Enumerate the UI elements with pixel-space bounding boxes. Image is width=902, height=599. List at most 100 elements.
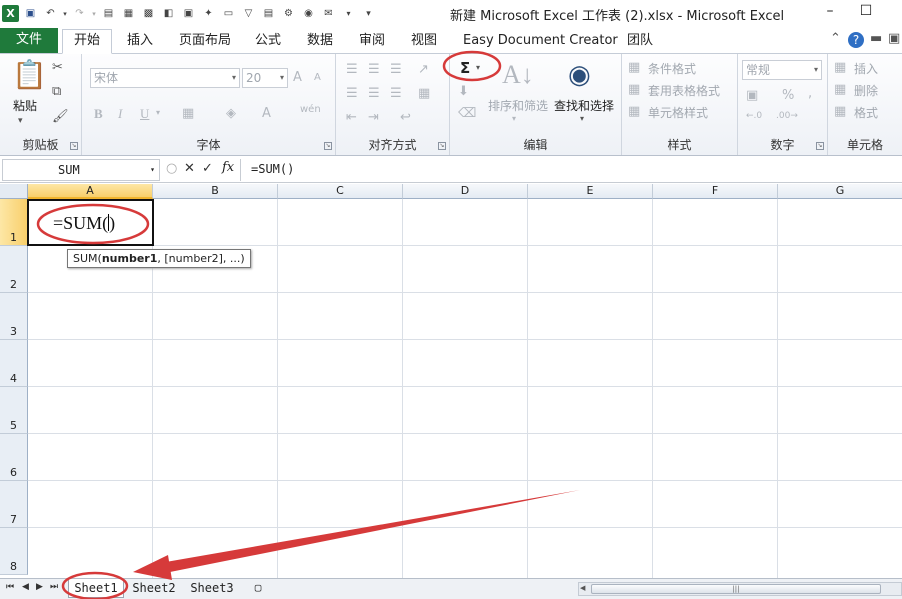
print-preview-icon[interactable]: ◧ <box>160 5 177 22</box>
find-select-icon[interactable]: ◉ <box>568 60 591 90</box>
column-header-e[interactable]: E <box>528 184 653 199</box>
row-header-3[interactable]: 3 <box>0 293 28 340</box>
format-painter-icon[interactable]: 🖌 <box>52 109 69 124</box>
decrease-decimal-icon[interactable]: .00→ <box>776 112 798 121</box>
name-box-dropdown-icon[interactable]: ▾ <box>150 160 155 180</box>
undo-dropdown-icon[interactable]: ▾ <box>62 5 68 22</box>
tab-easy-document-creator[interactable]: Easy Document Creator <box>463 31 618 53</box>
function-tooltip[interactable]: SUM(number1, [number2], ...) <box>67 249 251 268</box>
window-close-icon[interactable]: ▣ <box>888 31 900 46</box>
excel-icon[interactable]: X <box>2 5 19 22</box>
percent-button[interactable]: % <box>782 88 794 103</box>
borders-icon[interactable]: ▦ <box>182 106 194 121</box>
sort-filter-dropdown-icon[interactable]: ▾ <box>512 114 516 123</box>
last-sheet-icon[interactable]: ⏭ <box>50 582 58 592</box>
row-header-6[interactable]: 6 <box>0 434 28 481</box>
maximize-button[interactable]: ☐ <box>856 3 876 19</box>
undo-icon[interactable]: ↶ <box>42 5 59 22</box>
font-size-combo[interactable]: 20 ▾ <box>242 68 288 88</box>
tab-view[interactable]: 视图 <box>411 31 437 53</box>
sheet-tab-1[interactable]: Sheet1 <box>68 579 124 598</box>
delete-cells-button[interactable]: 删除 <box>854 82 878 99</box>
borders-icon[interactable]: ▣ <box>180 5 197 22</box>
filter-icon[interactable]: ▽ <box>240 5 257 22</box>
row-header-7[interactable]: 7 <box>0 481 28 528</box>
font-launcher-icon[interactable]: ↘ <box>324 142 332 150</box>
row-header-8[interactable]: 8 <box>0 528 28 575</box>
tooltip-arg-bold[interactable]: number1 <box>102 252 158 265</box>
format-icon[interactable]: ▤ <box>100 5 117 22</box>
first-sheet-icon[interactable]: ⏮ <box>6 582 14 592</box>
window-restore-icon[interactable]: ▬ <box>870 31 882 46</box>
align-center-icon[interactable]: ☰ <box>368 86 380 101</box>
paste-button[interactable]: 粘贴 <box>13 97 37 114</box>
copy-icon[interactable]: ⧉ <box>52 84 61 99</box>
align-bottom-icon[interactable]: ☰ <box>390 62 402 77</box>
fill-color-icon[interactable]: ◈ <box>226 106 236 121</box>
cut-icon[interactable]: ✂ <box>52 60 63 75</box>
table-format-button[interactable]: 套用表格格式 <box>648 82 720 99</box>
conditional-format-icon[interactable]: ▦ <box>628 60 640 75</box>
camera-icon[interactable]: ◉ <box>300 5 317 22</box>
align-right-icon[interactable]: ☰ <box>390 86 402 101</box>
currency-icon[interactable]: ▣ <box>746 88 758 103</box>
next-sheet-icon[interactable]: ▶ <box>36 582 43 592</box>
wrap-text-icon[interactable]: ↩ <box>400 110 411 125</box>
redo-dropdown-icon[interactable]: ▾ <box>91 5 97 22</box>
save-icon[interactable]: ▣ <box>22 5 39 22</box>
column-header-f[interactable]: F <box>653 184 778 199</box>
alignment-launcher-icon[interactable]: ↘ <box>438 142 446 150</box>
cancel-icon[interactable]: ✕ <box>184 161 195 176</box>
worksheet-grid[interactable]: A B C D E F G 1 2 3 4 5 6 7 8 =SUM() SUM… <box>0 184 902 578</box>
name-box[interactable]: SUM ▾ <box>2 159 160 181</box>
find-select-button[interactable]: 查找和选择 <box>554 97 614 114</box>
tab-insert[interactable]: 插入 <box>127 31 153 53</box>
sort-filter-button[interactable]: 排序和筛选 <box>488 97 548 114</box>
cell-a1-content[interactable]: =SUM() <box>53 213 115 234</box>
bold-button[interactable]: B <box>94 106 103 122</box>
insert-cells-icon[interactable]: ▦ <box>834 60 846 75</box>
delete-cells-icon[interactable]: ▦ <box>834 82 846 97</box>
decrease-indent-icon[interactable]: ⇤ <box>346 110 357 125</box>
clipboard-launcher-icon[interactable]: ↘ <box>70 142 78 150</box>
font-size-dropdown-icon[interactable]: ▾ <box>280 69 284 87</box>
format-cells-icon[interactable]: ▦ <box>834 104 846 119</box>
qat-more-icon[interactable]: ▾ <box>340 5 357 22</box>
enter-icon[interactable]: ✓ <box>202 161 213 176</box>
autosum-dropdown-icon[interactable]: ▾ <box>476 63 480 72</box>
font-name-combo[interactable]: 宋体 ▾ <box>90 68 240 88</box>
merge-center-icon[interactable]: ▦ <box>418 86 430 101</box>
formula-input[interactable]: =SUM() <box>240 159 900 181</box>
grow-font-icon[interactable]: A <box>293 70 302 85</box>
align-middle-icon[interactable]: ☰ <box>368 62 380 77</box>
sheet-tab-2[interactable]: Sheet2 <box>126 579 182 598</box>
font-color-icon[interactable]: A <box>262 106 271 121</box>
number-format-combo[interactable]: 常规 ▾ <box>742 60 822 80</box>
conditional-format-button[interactable]: 条件格式 <box>648 60 696 77</box>
orientation-icon[interactable]: ↗ <box>418 62 429 77</box>
underline-dropdown-icon[interactable]: ▾ <box>156 108 160 117</box>
folder-icon[interactable]: ▤ <box>260 5 277 22</box>
sheet-tab-3[interactable]: Sheet3 <box>184 579 240 598</box>
row-header-4[interactable]: 4 <box>0 340 28 387</box>
mail-icon[interactable]: ✉ <box>320 5 337 22</box>
fill-icon[interactable]: ⬇ <box>458 84 469 99</box>
paste-icon[interactable]: 📋 <box>12 58 47 91</box>
cell-styles-button[interactable]: 单元格样式 <box>648 104 708 121</box>
autosum-button[interactable]: Σ <box>460 59 470 77</box>
increase-indent-icon[interactable]: ⇥ <box>368 110 379 125</box>
tab-page-layout[interactable]: 页面布局 <box>179 31 231 53</box>
ribbon-collapse-icon[interactable]: ⌃ <box>830 31 841 46</box>
font-name-dropdown-icon[interactable]: ▾ <box>232 69 236 87</box>
select-all-corner[interactable] <box>0 184 28 199</box>
tab-team[interactable]: 团队 <box>627 31 653 53</box>
minimize-button[interactable]: – <box>820 3 840 19</box>
find-select-dropdown-icon[interactable]: ▾ <box>580 114 584 123</box>
customize-qat-icon[interactable]: ▾ <box>360 5 377 22</box>
format-cells-button[interactable]: 格式 <box>854 104 878 121</box>
horizontal-scrollbar[interactable]: ◀ ||| <box>578 582 902 596</box>
row-header-5[interactable]: 5 <box>0 387 28 434</box>
sort-filter-icon[interactable]: A↓ <box>502 60 534 90</box>
insert-function-button[interactable]: fx <box>222 160 234 175</box>
brush-icon[interactable]: ✦ <box>200 5 217 22</box>
